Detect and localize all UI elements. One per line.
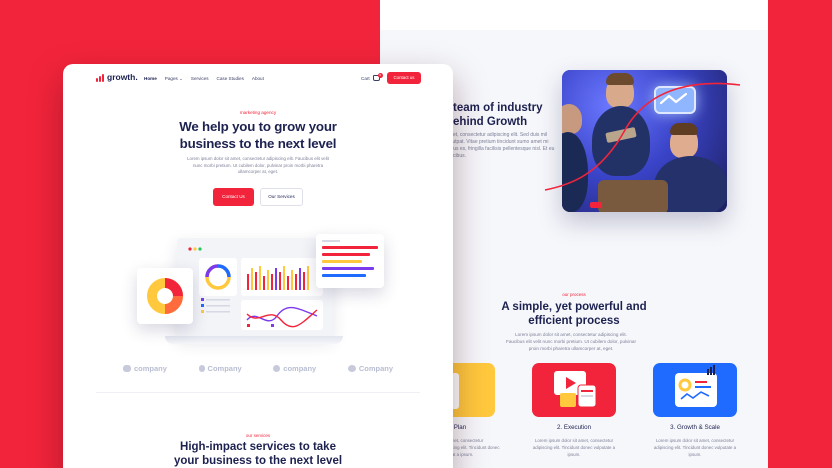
top-navigation: growth. Home Pages ⌄ Services Case Studi… bbox=[63, 64, 453, 94]
client-logo-1: company bbox=[123, 364, 167, 373]
nav-item-pages[interactable]: Pages ⌄ bbox=[165, 76, 183, 82]
nav-item-about[interactable]: About bbox=[252, 76, 264, 82]
company-mark-icon bbox=[198, 365, 205, 372]
services-eyebrow: our services bbox=[245, 433, 271, 438]
cart-label: Cart bbox=[361, 75, 370, 81]
pie-chart-card bbox=[137, 268, 193, 324]
contact-us-nav-button[interactable]: Contact us bbox=[387, 72, 421, 84]
our-services-button[interactable]: Our Services bbox=[260, 188, 303, 206]
nav-menu: Home Pages ⌄ Services Case Studies About bbox=[144, 76, 264, 82]
company-mark-icon bbox=[347, 365, 356, 372]
company-mark-icon bbox=[123, 365, 131, 372]
hero-eyebrow: marketing agency bbox=[239, 110, 277, 115]
brand-logo[interactable]: growth. bbox=[96, 73, 138, 82]
dashboard-charts-icon bbox=[188, 247, 323, 330]
list-chart-card bbox=[316, 234, 384, 288]
section-divider bbox=[96, 392, 420, 393]
hero-title: We help you to grow your business to the… bbox=[179, 119, 337, 151]
client-logo-3: company bbox=[273, 364, 316, 373]
cart-button[interactable]: Cart 0 bbox=[361, 73, 383, 81]
contact-us-button[interactable]: Contact Us bbox=[213, 188, 254, 206]
company-mark-icon bbox=[273, 365, 281, 372]
client-logo-4: Company bbox=[347, 364, 393, 373]
dashboard-illustration bbox=[177, 238, 333, 337]
horizontal-bars-icon bbox=[322, 240, 378, 277]
homepage-preview: growth. Home Pages ⌄ Services Case Studi… bbox=[63, 64, 453, 468]
cart-icon: 0 bbox=[372, 73, 383, 81]
donut-chart-icon bbox=[147, 278, 183, 314]
services-title: High-impact services to take your busine… bbox=[173, 441, 343, 467]
laptop-base bbox=[165, 336, 343, 344]
nav-item-services[interactable]: Services bbox=[191, 76, 209, 82]
brand-name: growth. bbox=[107, 72, 138, 82]
client-logo-2: Company bbox=[198, 364, 242, 373]
cart-count-badge: 0 bbox=[377, 73, 383, 78]
hero-subtitle: Lorem ipsum dolor sit amet, consectetur … bbox=[187, 156, 329, 175]
client-logos: company Company company Company bbox=[123, 364, 393, 373]
nav-item-case-studies[interactable]: Case Studies bbox=[217, 76, 244, 82]
nav-item-home[interactable]: Home bbox=[144, 76, 157, 82]
bar-chart-icon bbox=[96, 74, 104, 82]
